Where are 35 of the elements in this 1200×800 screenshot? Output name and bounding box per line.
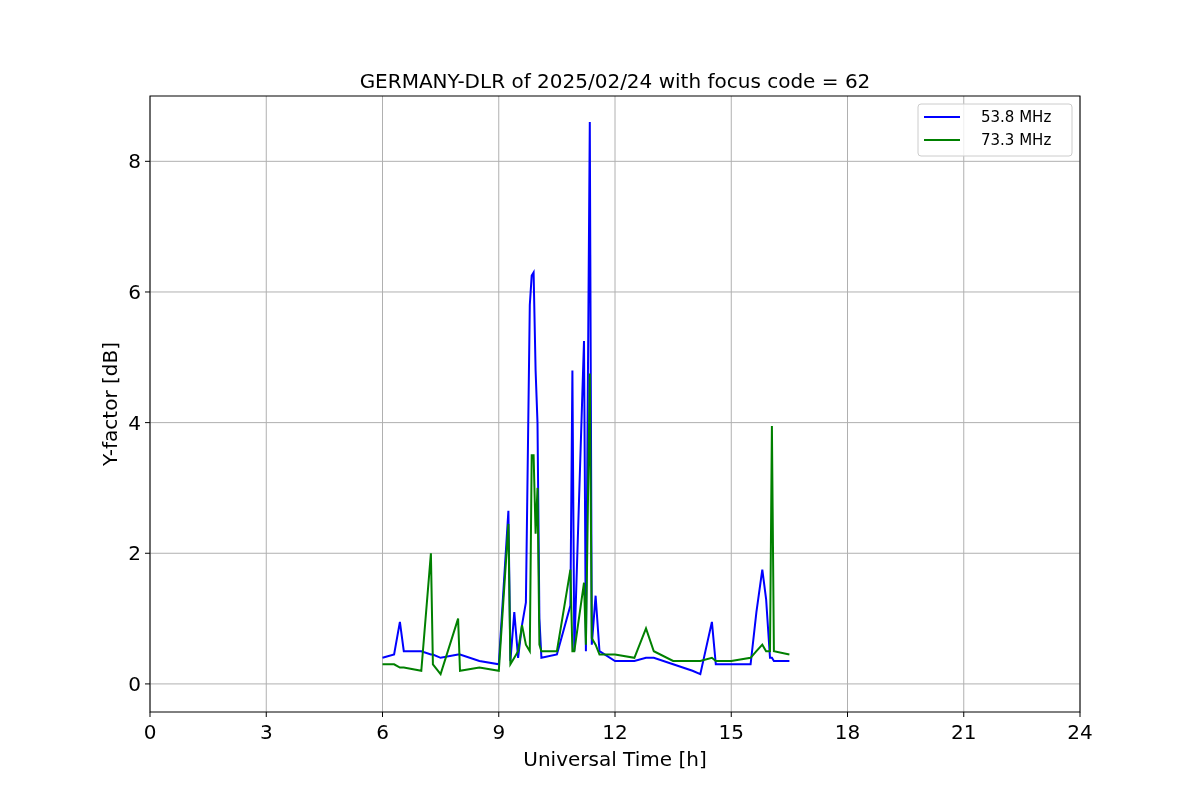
legend-label: 73.3 MHz [981,131,1052,149]
y-tick-label: 0 [128,671,141,696]
x-tick-label: 18 [834,720,861,744]
legend-line-swatch [923,139,961,141]
y-tick-label: 8 [128,149,141,174]
x-tick-label: 21 [951,720,977,744]
x-tick-label: 3 [259,720,273,744]
y-axis-tick [144,422,151,424]
x-tick-label: 0 [143,720,157,744]
y-tick-label: 6 [128,279,141,304]
x-axis-tick [149,711,151,718]
y-tick-label: 2 [128,541,141,566]
x-tick-label: 12 [602,720,628,744]
y-axis-tick [144,291,151,293]
x-axis-tick [498,711,500,718]
x-axis-tick [1079,711,1081,718]
chart-title: GERMANY-DLR of 2025/02/24 with focus code = 62 [359,69,871,93]
y-axis-tick [144,683,151,685]
legend-line-swatch [923,116,961,118]
y-tick-label: 4 [128,410,141,435]
y-axis-tick [144,160,151,162]
x-tick-label: 6 [376,720,389,744]
y-axis-label: Y-factor [dB] [98,342,122,466]
x-axis-tick [614,711,616,718]
x-axis-tick [730,711,732,718]
legend-label: 53.8 MHz [981,108,1052,126]
x-axis-tick [963,711,965,718]
x-axis-tick [382,711,383,718]
y-axis-tick [144,552,151,554]
x-axis-tick [265,711,267,718]
x-tick-label: 9 [492,720,506,744]
x-axis-label: Universal Time [h] [523,747,707,771]
x-tick-label: 15 [718,720,744,744]
x-axis-tick [847,711,848,718]
x-tick-label: 24 [1067,720,1093,744]
